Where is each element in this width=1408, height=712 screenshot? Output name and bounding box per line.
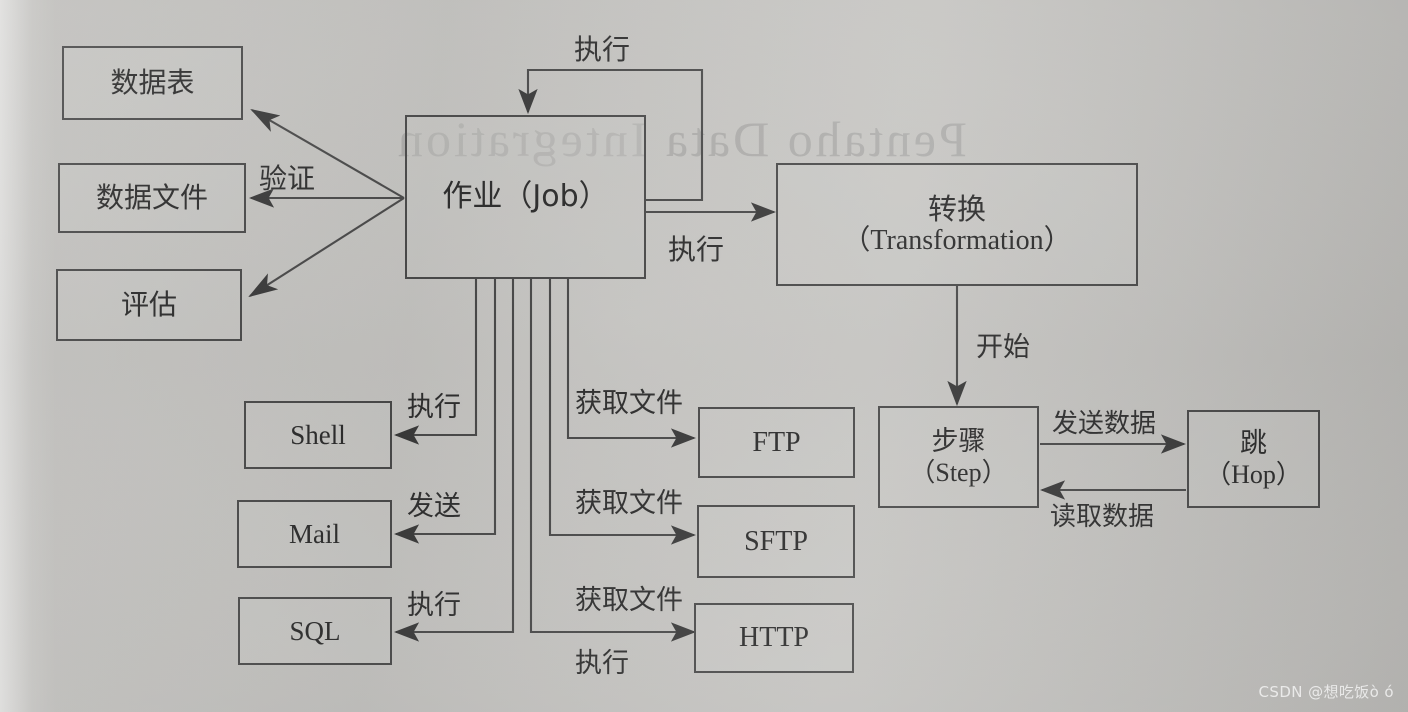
diagram-canvas: Pentaho Data Integration 数据表 数据文件 评估 作业（…	[0, 0, 1408, 712]
node-label-line2: （Hop）	[1205, 459, 1302, 489]
edge-label-transformation-to-step: 开始	[976, 332, 1030, 363]
node-shell[interactable]: Shell	[244, 401, 392, 469]
node-job[interactable]: 作业（Job）	[405, 115, 646, 279]
node-label: 数据表	[110, 66, 195, 100]
node-label: SFTP	[744, 525, 808, 557]
node-label-line1: 转换	[927, 191, 986, 226]
node-transformation[interactable]: 转换 （Transformation）	[776, 163, 1138, 286]
node-mail[interactable]: Mail	[237, 500, 392, 568]
edge-label-job-to-sftp: 获取文件	[575, 488, 683, 519]
node-label-line2: （Transformation）	[842, 225, 1072, 257]
node-evaluation[interactable]: 评估	[56, 269, 242, 341]
node-data-table[interactable]: 数据表	[62, 46, 243, 120]
edge-label-job-to-sql: 执行	[407, 590, 461, 621]
node-step[interactable]: 步骤 （Step）	[878, 406, 1039, 508]
node-label-line1: 跳	[1240, 428, 1267, 460]
node-label: 评估	[120, 288, 177, 322]
node-label: Mail	[289, 518, 340, 549]
edge-label-job-to-mail: 发送	[407, 491, 461, 522]
node-label-line1: 步骤	[931, 426, 986, 458]
csdn-watermark: CSDN @想吃饭ò ó	[1258, 683, 1394, 701]
node-label: 数据文件	[95, 181, 208, 215]
edge-label-hop-to-step: 读取数据	[1050, 502, 1155, 532]
edge-job-to-evaluation	[248, 197, 405, 298]
node-sftp[interactable]: SFTP	[697, 505, 855, 578]
node-label: SQL	[289, 615, 341, 646]
node-label: 作业（Job）	[442, 179, 609, 215]
node-data-file[interactable]: 数据文件	[58, 163, 246, 233]
edge-label-job-to-ftp: 获取文件	[575, 388, 683, 419]
edge-label-job-validate: 验证	[259, 162, 316, 195]
edge-label-job-to-shell: 执行	[407, 392, 461, 423]
node-label: HTTP	[739, 622, 809, 654]
edge-label-job-self-execute: 执行	[574, 33, 631, 66]
node-label: FTP	[752, 426, 801, 458]
edge-label-job-to-http: 获取文件	[575, 585, 683, 616]
node-hop[interactable]: 跳 （Hop）	[1187, 410, 1320, 508]
node-ftp[interactable]: FTP	[698, 407, 855, 478]
node-sql[interactable]: SQL	[238, 597, 392, 665]
edge-label-job-to-http-execute: 执行	[575, 648, 629, 679]
node-http[interactable]: HTTP	[694, 603, 854, 673]
edge-label-step-to-hop: 发送数据	[1052, 409, 1157, 439]
node-label-line2: （Step）	[909, 457, 1008, 487]
node-label: Shell	[290, 419, 346, 450]
edge-label-job-to-transformation: 执行	[668, 233, 725, 266]
